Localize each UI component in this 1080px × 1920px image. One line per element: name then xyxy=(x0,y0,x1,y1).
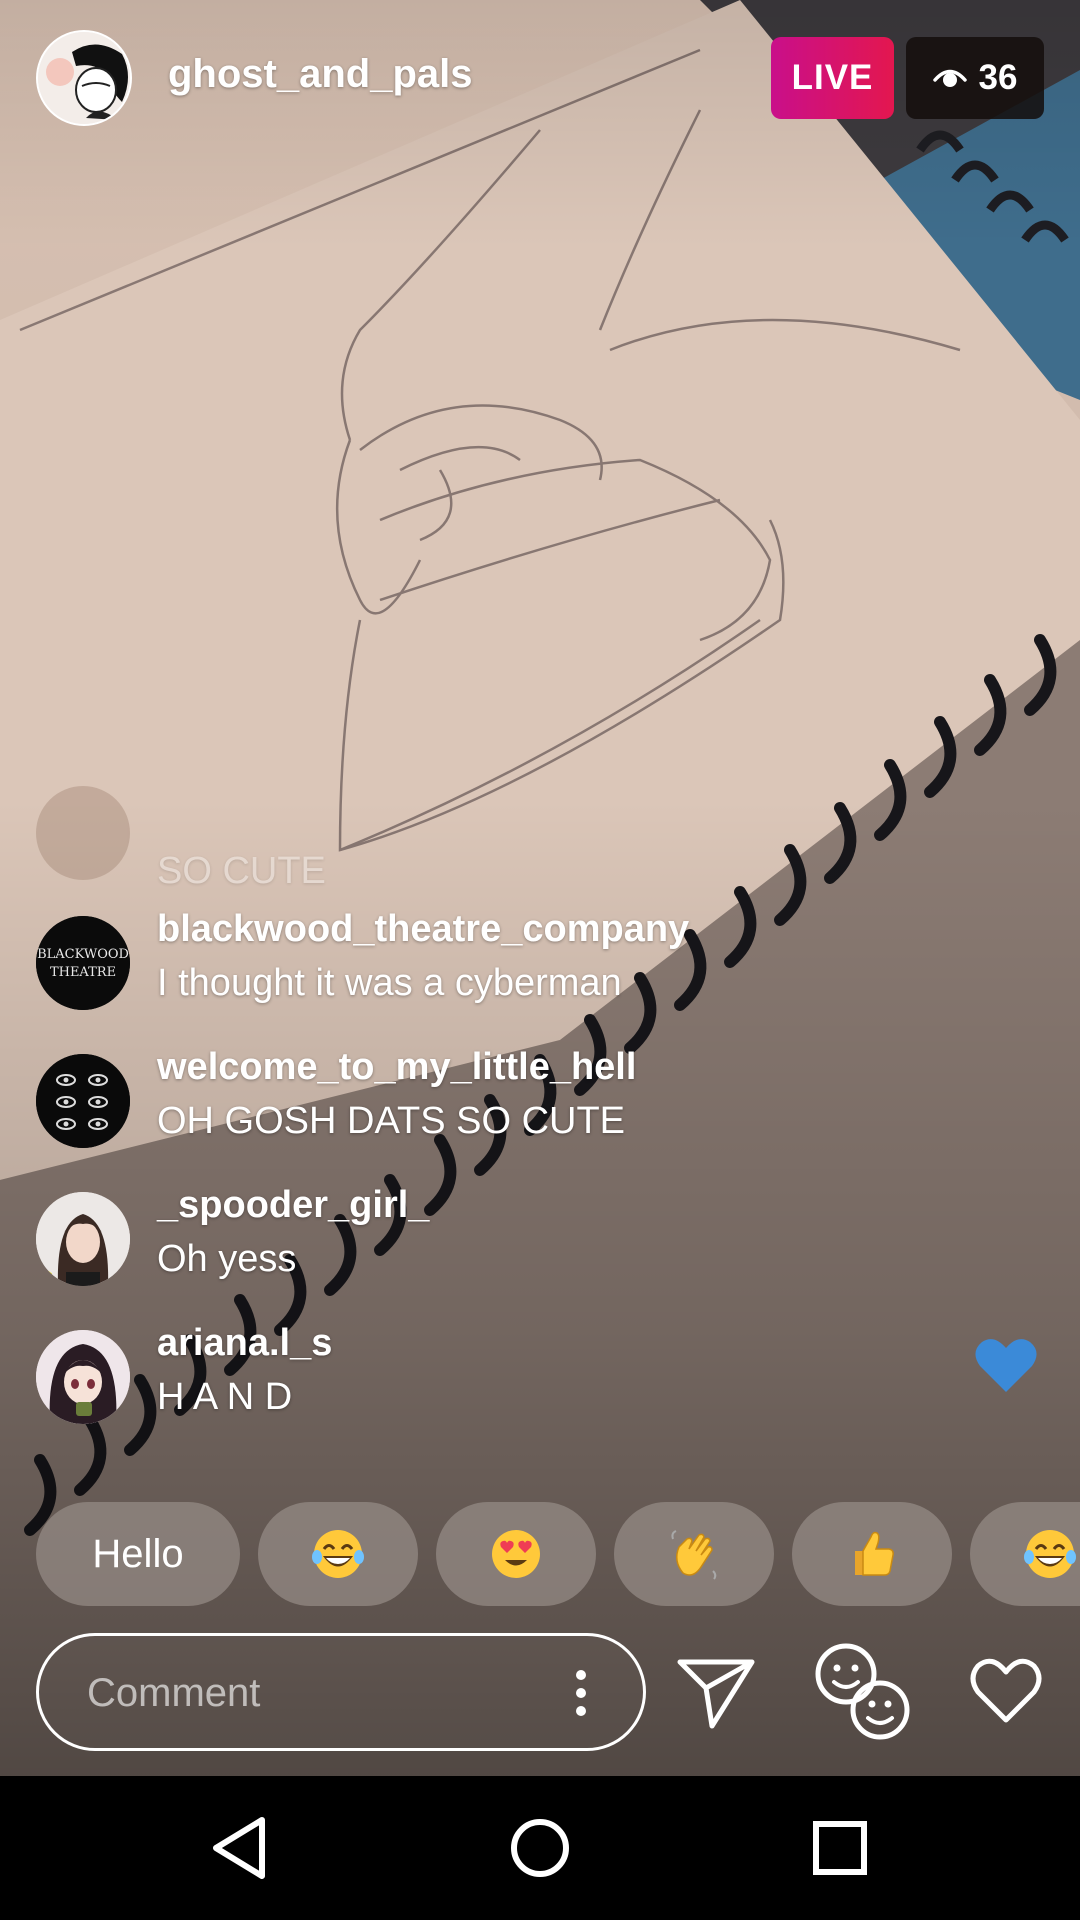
blue-heart-icon xyxy=(975,1339,1037,1392)
host-username[interactable]: ghost_and_pals xyxy=(168,52,473,97)
thumbs-up-emoji-icon xyxy=(855,1531,894,1576)
commenter-avatar[interactable] xyxy=(36,1054,130,1148)
quick-reply-waving-hand[interactable] xyxy=(614,1502,774,1606)
quick-reaction-bar[interactable]: Hello xyxy=(0,1502,1080,1608)
heart-eyes-emoji-icon xyxy=(492,1530,540,1578)
smiley-faces-icon[interactable] xyxy=(812,1640,912,1744)
eyes-pattern-avatar xyxy=(36,1054,130,1148)
comment-item: welcome_to_my_little_hell OH GOSH DATS S… xyxy=(36,1038,936,1148)
viewer-count: 36 xyxy=(978,58,1018,97)
comment-item: _spooder_girl_ Oh yess xyxy=(36,1176,936,1286)
quick-reply-heart-eyes[interactable] xyxy=(436,1502,596,1606)
comment-text: I thought it was a cyberman xyxy=(157,962,622,1004)
commenter-avatar[interactable]: BLACKWOOD THEATRE xyxy=(36,916,130,1010)
quick-reply-hello[interactable]: Hello xyxy=(36,1502,240,1606)
recents-square-icon[interactable] xyxy=(804,1812,876,1884)
svg-text:THEATRE: THEATRE xyxy=(50,965,116,980)
quick-reply-thumbs-up[interactable] xyxy=(792,1502,952,1606)
eye-icon xyxy=(932,69,967,87)
back-triangle-icon[interactable] xyxy=(204,1812,276,1884)
comment-input[interactable] xyxy=(85,1662,509,1724)
host-avatar[interactable] xyxy=(36,30,132,126)
vertical-dots-icon[interactable] xyxy=(569,1668,593,1718)
comment-feed[interactable]: SO CUTE BLACKWOOD THEATRE blackwood_thea… xyxy=(0,786,1080,1440)
grinning-tears-emoji-icon xyxy=(312,1530,364,1578)
comment-text: H A N D xyxy=(157,1376,293,1418)
commenter-avatar[interactable] xyxy=(36,786,130,880)
photo-avatar xyxy=(36,1192,130,1286)
anime-avatar xyxy=(36,1330,130,1424)
comment-text: OH GOSH DATS SO CUTE xyxy=(157,1100,626,1142)
commenter-avatar[interactable] xyxy=(36,1192,130,1286)
live-stream-screen: ghost_and_pals LIVE 36 SO CUTE BLACKWOOD… xyxy=(0,0,1080,1920)
home-circle-icon[interactable] xyxy=(504,1812,576,1884)
commenter-avatar[interactable] xyxy=(36,1330,130,1424)
commenter-username[interactable]: welcome_to_my_little_hell xyxy=(157,1046,636,1089)
live-badge: LIVE xyxy=(771,37,894,119)
comment-text: Oh yess xyxy=(157,1238,297,1280)
comment-item: ariana.l_s H A N D xyxy=(36,1314,936,1424)
live-header: ghost_and_pals LIVE 36 xyxy=(0,0,1080,160)
paper-plane-icon[interactable] xyxy=(676,1652,756,1732)
svg-text:BLACKWOOD: BLACKWOOD xyxy=(37,947,129,962)
quick-reply-grinning-tears-2[interactable] xyxy=(970,1502,1080,1606)
comment-input-box[interactable] xyxy=(36,1633,646,1751)
host-avatar-illustration xyxy=(38,32,130,124)
comment-text: SO CUTE xyxy=(157,850,326,892)
commenter-username[interactable]: blackwood_theatre_company xyxy=(157,908,689,951)
commenter-username[interactable]: _spooder_girl_ xyxy=(157,1184,429,1227)
grinning-tears-emoji-icon xyxy=(1024,1530,1076,1578)
blackwood-logo-avatar: BLACKWOOD THEATRE xyxy=(36,916,130,1010)
viewer-count-badge[interactable]: 36 xyxy=(906,37,1044,119)
system-navigation-bar xyxy=(0,1776,1080,1920)
heart-outline-icon[interactable] xyxy=(968,1656,1044,1726)
waving-hand-emoji-icon xyxy=(671,1530,717,1580)
commenter-username[interactable]: ariana.l_s xyxy=(157,1322,332,1365)
comment-item: BLACKWOOD THEATRE blackwood_theatre_comp… xyxy=(36,900,936,1010)
quick-reply-grinning-tears[interactable] xyxy=(258,1502,418,1606)
